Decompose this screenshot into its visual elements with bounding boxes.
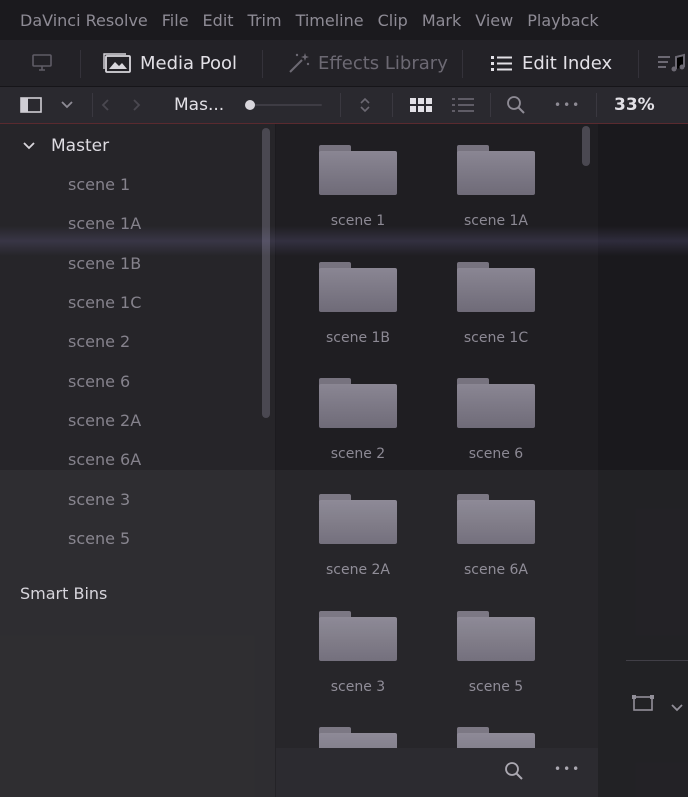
media-pool-label: Media Pool bbox=[140, 52, 238, 74]
folder-icon bbox=[457, 268, 535, 312]
smart-bins-header[interactable]: Smart Bins bbox=[20, 584, 107, 603]
media-pool-button[interactable]: Media Pool bbox=[102, 40, 237, 86]
folder-icon bbox=[319, 151, 397, 195]
back-arrow-icon[interactable] bbox=[100, 87, 110, 123]
folder-label: scene 3 bbox=[330, 679, 386, 695]
folder-icon bbox=[319, 617, 397, 661]
folder-label: scene 6 bbox=[468, 446, 524, 462]
media-pool-icon bbox=[102, 52, 132, 74]
folder-icon bbox=[457, 384, 535, 428]
viewer-panel bbox=[598, 124, 688, 797]
bin-list-panel: Master scene 1 scene 1A scene 1B scene 1… bbox=[0, 124, 275, 797]
media-pool-toolbar: Mas... ••• 33% bbox=[0, 87, 688, 124]
menu-trim[interactable]: Trim bbox=[248, 11, 282, 30]
master-bin-label: Master bbox=[51, 136, 110, 156]
grid-bottom-bar: ••• bbox=[276, 748, 598, 797]
more-options-icon[interactable]: ••• bbox=[554, 762, 581, 776]
folder-label: scene 2A bbox=[325, 562, 391, 578]
folder-icon bbox=[457, 151, 535, 195]
bin-item[interactable]: scene 1C bbox=[68, 293, 141, 312]
folder-icon bbox=[457, 617, 535, 661]
magic-wand-icon bbox=[286, 51, 312, 75]
folder-icon bbox=[319, 500, 397, 544]
search-icon[interactable] bbox=[506, 87, 526, 123]
toolbar: Media Pool Effects Library Edit Index bbox=[0, 40, 688, 87]
bin-item[interactable]: scene 5 bbox=[68, 529, 130, 548]
master-bin[interactable]: Master bbox=[22, 136, 109, 156]
thumbnail-size-slider[interactable] bbox=[244, 87, 324, 123]
forward-arrow-icon[interactable] bbox=[132, 87, 142, 123]
folder-icon bbox=[457, 500, 535, 544]
grid-scrollbar[interactable] bbox=[582, 126, 590, 166]
bin-item[interactable]: scene 1A bbox=[68, 214, 141, 233]
menu-app[interactable]: DaVinci Resolve bbox=[20, 11, 148, 30]
bin-item[interactable]: scene 6A bbox=[68, 450, 141, 469]
sidebar-toggle-icon[interactable] bbox=[20, 87, 42, 123]
chevron-down-icon bbox=[23, 142, 35, 150]
monitor-icon[interactable] bbox=[30, 40, 54, 86]
edit-index-label: Edit Index bbox=[522, 52, 613, 74]
effects-library-label: Effects Library bbox=[318, 52, 448, 74]
menu-bar: DaVinci Resolve File Edit Trim Timeline … bbox=[0, 0, 688, 40]
chevron-down-icon[interactable] bbox=[60, 87, 74, 123]
bin-path[interactable]: Mas... bbox=[174, 87, 224, 123]
menu-clip[interactable]: Clip bbox=[378, 11, 408, 30]
effects-library-button[interactable]: Effects Library bbox=[286, 40, 448, 86]
chevron-down-icon[interactable] bbox=[670, 698, 684, 717]
folder-label: scene 5 bbox=[468, 679, 524, 695]
menu-timeline[interactable]: Timeline bbox=[296, 11, 364, 30]
bin-item[interactable]: scene 2A bbox=[68, 411, 141, 430]
folder-label: scene 1C bbox=[463, 330, 529, 346]
sort-icon[interactable] bbox=[358, 87, 372, 123]
bin-item[interactable]: scene 2 bbox=[68, 332, 130, 351]
bin-item[interactable]: scene 3 bbox=[68, 490, 130, 509]
folder-icon bbox=[319, 384, 397, 428]
menu-edit[interactable]: Edit bbox=[203, 11, 234, 30]
folder-label: scene 1 bbox=[330, 213, 386, 229]
menu-mark[interactable]: Mark bbox=[422, 11, 461, 30]
list-view-icon[interactable] bbox=[452, 87, 474, 123]
folder-label: scene 1A bbox=[463, 213, 529, 229]
folder-label: scene 6A bbox=[463, 562, 529, 578]
list-icon bbox=[490, 53, 514, 73]
more-options-icon[interactable]: ••• bbox=[554, 87, 581, 123]
bin-item[interactable]: scene 1B bbox=[68, 254, 141, 273]
edit-index-button[interactable]: Edit Index bbox=[490, 40, 612, 86]
folder-label: scene 2 bbox=[330, 446, 386, 462]
folder-label: scene 1B bbox=[325, 330, 391, 346]
bin-list-scrollbar[interactable] bbox=[262, 128, 270, 418]
sound-library-icon[interactable] bbox=[656, 40, 686, 86]
menu-file[interactable]: File bbox=[162, 11, 189, 30]
bin-item[interactable]: scene 1 bbox=[68, 175, 130, 194]
folder-icon bbox=[319, 268, 397, 312]
bin-item[interactable]: scene 6 bbox=[68, 372, 130, 391]
clip-grid: scene 1 scene 1A scene 1B scene 1C scene… bbox=[276, 124, 598, 797]
menu-playback[interactable]: Playback bbox=[527, 11, 598, 30]
viewer-mode-icon[interactable] bbox=[632, 694, 656, 716]
search-icon[interactable] bbox=[504, 761, 524, 785]
thumbnail-view-icon[interactable] bbox=[410, 87, 432, 123]
zoom-level[interactable]: 33% bbox=[614, 87, 655, 123]
menu-view[interactable]: View bbox=[475, 11, 513, 30]
